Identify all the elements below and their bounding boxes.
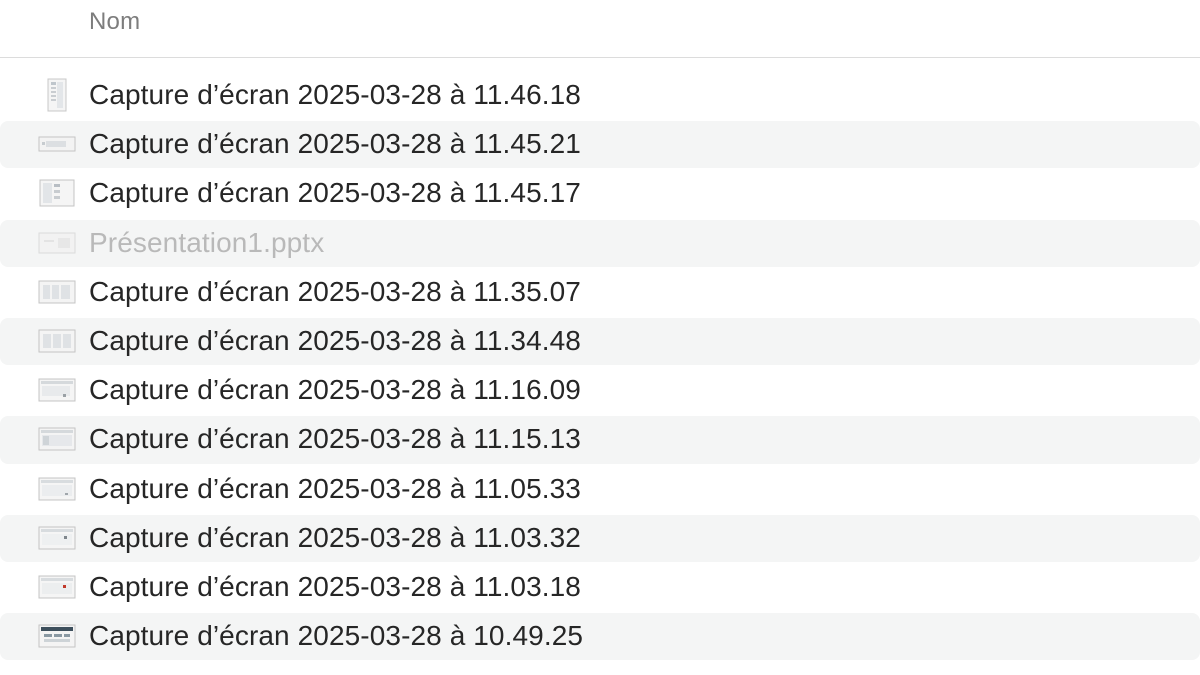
screenshot-thumbnail-icon — [38, 279, 76, 305]
file-name: Capture d’écran 2025-03-28 à 11.15.13 — [89, 423, 581, 455]
file-name: Capture d’écran 2025-03-28 à 11.16.09 — [89, 374, 581, 406]
file-name: Capture d’écran 2025-03-28 à 10.49.25 — [89, 620, 584, 652]
file-list: Capture d’écran 2025-03-28 à 11.46.18 Ca… — [0, 71, 1200, 661]
file-name: Capture d’écran 2025-03-28 à 11.35.07 — [89, 275, 581, 307]
screenshot-thumbnail-icon — [38, 476, 76, 502]
column-header-bar: Nom — [0, 0, 1200, 58]
file-name: Capture d’écran 2025-03-28 à 11.05.33 — [89, 472, 581, 504]
file-name: Capture d’écran 2025-03-28 à 11.46.18 — [89, 79, 581, 110]
file-name: Capture d’écran 2025-03-28 à 11.34.48 — [89, 324, 581, 356]
file-row[interactable]: Capture d’écran 2025-03-28 à 11.45.17 — [0, 169, 1200, 218]
file-row[interactable]: Capture d’écran 2025-03-28 à 11.35.07 — [0, 268, 1200, 317]
file-row[interactable]: Capture d’écran 2025-03-28 à 11.05.33 — [0, 465, 1200, 514]
file-name: Capture d’écran 2025-03-28 à 11.03.18 — [89, 570, 581, 602]
file-name: Capture d’écran 2025-03-28 à 11.45.17 — [89, 177, 581, 209]
presentation-file-icon — [38, 230, 76, 256]
screenshot-thumbnail-icon — [38, 623, 76, 649]
file-row[interactable]: Capture d’écran 2025-03-28 à 11.16.09 — [0, 366, 1200, 415]
name-column-header[interactable]: Nom — [89, 8, 140, 36]
file-row[interactable]: Capture d’écran 2025-03-28 à 11.15.13 — [0, 415, 1200, 464]
screenshot-thumbnail-icon — [38, 179, 76, 207]
file-name: Présentation1.pptx — [89, 226, 325, 258]
portrait-screenshot-thumbnail-icon — [38, 78, 76, 112]
file-row[interactable]: Capture d’écran 2025-03-28 à 11.46.18 — [0, 71, 1200, 120]
file-name: Capture d’écran 2025-03-28 à 11.03.32 — [89, 521, 581, 553]
file-name: Capture d’écran 2025-03-28 à 11.45.21 — [89, 128, 581, 160]
file-row[interactable]: Capture d’écran 2025-03-28 à 11.34.48 — [0, 317, 1200, 366]
file-row[interactable]: Capture d’écran 2025-03-28 à 11.03.32 — [0, 514, 1200, 563]
file-row[interactable]: Capture d’écran 2025-03-28 à 11.03.18 — [0, 563, 1200, 612]
file-row[interactable]: Présentation1.pptx — [0, 219, 1200, 268]
screenshot-thumbnail-icon — [38, 574, 76, 600]
finder-list-view: Nom Capture d’écran 2025-03-28 à 11.46.1… — [0, 0, 1200, 675]
wide-screenshot-thumbnail-icon — [38, 131, 76, 157]
file-row[interactable]: Capture d’écran 2025-03-28 à 11.45.21 — [0, 120, 1200, 169]
screenshot-thumbnail-icon — [38, 525, 76, 551]
screenshot-thumbnail-icon — [38, 377, 76, 403]
screenshot-thumbnail-icon — [38, 426, 76, 452]
file-row[interactable]: Capture d’écran 2025-03-28 à 10.49.25 — [0, 612, 1200, 661]
screenshot-thumbnail-icon — [38, 328, 76, 354]
